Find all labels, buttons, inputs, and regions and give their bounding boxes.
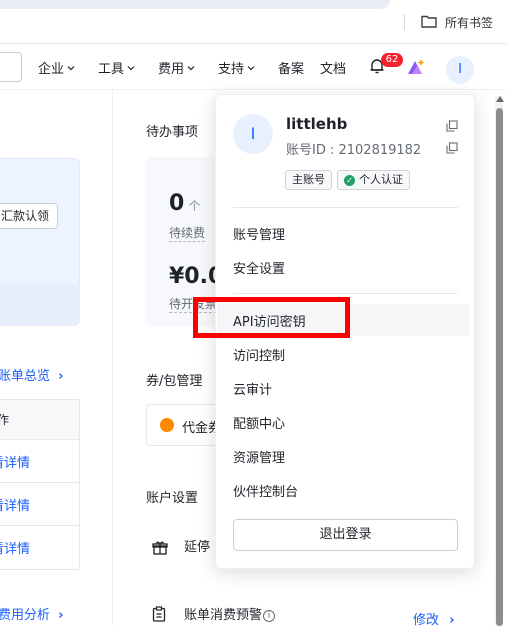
coupon-card[interactable]: 代金券 <box>146 404 226 446</box>
search-input[interactable] <box>0 52 22 82</box>
renew-count-value: 0 <box>169 191 185 216</box>
coupon-icon <box>160 418 174 432</box>
main-account-tag-label: 主账号 <box>292 173 325 186</box>
copy-username-icon[interactable] <box>446 120 458 132</box>
verified-tag-label: 个人认证 <box>359 173 403 186</box>
chevron-down-icon <box>67 65 75 70</box>
nav-enterprise[interactable]: 企业 <box>38 58 75 77</box>
table-row-detail-link[interactable]: 看详情 <box>0 440 79 483</box>
user-avatar-button[interactable]: I <box>446 56 474 84</box>
menu-item-access-control[interactable]: 访问控制 <box>233 345 285 364</box>
menu-item-resource-management[interactable]: 资源管理 <box>233 447 285 466</box>
nav-tools-label: 工具 <box>98 62 125 77</box>
bill-table: 作 看详情 看详情 看详情 <box>0 399 80 570</box>
nav-support[interactable]: 支持 <box>218 58 255 77</box>
bill-alert-row: 账单消费预警 i <box>184 604 276 623</box>
cost-analysis-link[interactable]: 费用分析 › <box>0 604 64 623</box>
delay-stop-label: 延停 <box>184 540 211 555</box>
notification-badge: 62 <box>381 53 403 67</box>
menu-item-account-management[interactable]: 账号管理 <box>233 224 285 243</box>
remittance-claim-button[interactable]: 汇款认领 <box>0 203 58 229</box>
username: littlehb <box>286 115 348 133</box>
column-divider <box>112 90 113 626</box>
browser-tab-strip <box>0 0 390 9</box>
scroll-up-arrow-icon[interactable] <box>496 96 504 102</box>
renew-count-unit: 个 <box>188 199 201 213</box>
nav-billing[interactable]: 费用 <box>158 58 195 77</box>
table-row-detail-link[interactable]: 看详情 <box>0 526 79 569</box>
nav-docs-label: 文档 <box>320 62 347 77</box>
check-circle-icon: ✓ <box>344 174 355 186</box>
info-icon[interactable]: i <box>263 610 276 622</box>
nav-billing-label: 费用 <box>158 62 185 77</box>
balance-card-footer <box>0 284 80 326</box>
chevron-down-icon <box>127 65 135 70</box>
account-settings-title: 账户设置 <box>146 491 199 506</box>
console-navbar: 企业 工具 费用 支持 备案 文档 62 I <box>0 44 507 90</box>
todo-title: 待办事项 <box>146 125 199 140</box>
bill-overview-label: 账单总览 <box>0 369 51 384</box>
nav-enterprise-label: 企业 <box>38 62 65 77</box>
nav-docs[interactable]: 文档 <box>320 58 346 77</box>
chevron-down-icon <box>247 65 255 70</box>
nav-filing[interactable]: 备案 <box>278 58 304 77</box>
menu-item-cloud-audit[interactable]: 云审计 <box>233 379 272 398</box>
renew-label[interactable]: 待续费 <box>169 224 206 242</box>
clipboard-icon <box>152 606 166 622</box>
page-scrollbar-thumb[interactable] <box>496 108 503 626</box>
modify-label: 修改 <box>413 613 440 626</box>
copy-account-id-icon[interactable] <box>446 142 458 154</box>
folder-icon[interactable] <box>421 14 437 28</box>
chevron-down-icon <box>187 65 195 70</box>
menu-divider <box>233 207 458 208</box>
table-header: 作 <box>0 400 79 440</box>
table-row-detail-link[interactable]: 看详情 <box>0 483 79 526</box>
nav-support-label: 支持 <box>218 62 245 77</box>
nav-filing-label: 备案 <box>278 62 305 77</box>
chevron-right-icon: › <box>449 613 455 626</box>
dropdown-avatar: I <box>233 114 273 154</box>
renew-count: 0个 <box>169 191 200 216</box>
menu-item-partner-console[interactable]: 伙伴控制台 <box>233 481 298 500</box>
ai-assistant-icon[interactable] <box>406 58 426 76</box>
gift-icon <box>152 541 168 555</box>
logout-button[interactable]: 退出登录 <box>233 519 458 551</box>
highlight-annotation-box <box>193 297 350 338</box>
bill-alert-label: 账单消费预警 <box>184 608 263 623</box>
nav-tools[interactable]: 工具 <box>98 58 135 77</box>
browser-bookmarks-bar: 所有书签 <box>0 0 507 44</box>
all-bookmarks-link[interactable]: 所有书签 <box>445 14 493 31</box>
verified-tag: ✓ 个人认证 <box>337 170 410 190</box>
cost-analysis-label: 费用分析 <box>0 608 51 623</box>
bookmarks-separator <box>404 14 405 30</box>
chevron-right-icon: › <box>58 369 64 384</box>
bill-overview-link[interactable]: 账单总览 › <box>0 365 64 384</box>
account-id: 账号ID : 2102819182 <box>286 143 422 158</box>
menu-divider <box>233 293 458 294</box>
menu-item-quota-center[interactable]: 配额中心 <box>233 413 285 432</box>
modify-link[interactable]: 修改 › <box>413 609 455 626</box>
main-account-tag: 主账号 <box>285 170 332 190</box>
chevron-right-icon: › <box>58 608 64 623</box>
coupon-title: 券/包管理 <box>146 374 203 389</box>
menu-item-security-settings[interactable]: 安全设置 <box>233 258 285 277</box>
